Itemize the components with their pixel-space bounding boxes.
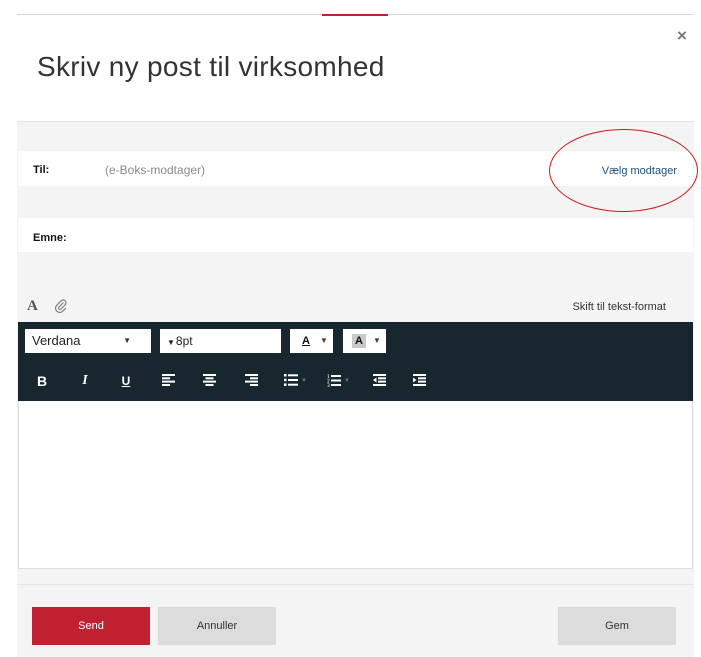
font-size-select[interactable]: ▼8pt (160, 329, 281, 353)
font-family-value: Verdana (32, 333, 81, 348)
highlight-color-icon: A (352, 334, 366, 348)
svg-text:3: 3 (327, 383, 330, 387)
outdent-icon[interactable] (369, 370, 389, 392)
chevron-down-icon: ▼ (373, 336, 381, 345)
footer-divider (17, 584, 694, 585)
choose-recipient-link[interactable]: Vælg modtager (602, 165, 677, 177)
underline-button[interactable]: U (116, 370, 136, 392)
top-accent-bar (322, 14, 388, 16)
font-color-button[interactable]: A ▼ (290, 329, 333, 353)
font-family-select[interactable]: Verdana ▼ (25, 329, 151, 353)
italic-button[interactable]: I (75, 370, 95, 392)
align-right-icon[interactable] (241, 370, 261, 392)
subject-label: Emne: (33, 232, 67, 244)
paperclip-icon[interactable] (54, 299, 67, 316)
message-editor[interactable] (18, 401, 693, 569)
recipient-row: Til: (e-Boks-modtager) Vælg modtager (18, 151, 693, 186)
recipient-label: Til: (33, 164, 50, 176)
align-left-icon[interactable] (158, 370, 178, 392)
numbered-list-icon[interactable]: 123 ▼ (324, 370, 350, 392)
highlight-color-button[interactable]: A ▼ (343, 329, 386, 353)
send-button[interactable]: Send (32, 607, 150, 645)
switch-to-text-format-link[interactable]: Skift til tekst-format (572, 301, 666, 313)
cancel-button[interactable]: Annuller (158, 607, 276, 645)
indent-icon[interactable] (409, 370, 429, 392)
chevron-down-icon: ▼ (167, 338, 175, 347)
subject-row[interactable]: Emne: (18, 218, 693, 252)
dialog-title: Skriv ny post til virksomhed (37, 51, 385, 82)
editor-toolbar: Verdana ▼ ▼8pt A ▼ A ▼ B I U ▼ 123 ▼ (18, 322, 693, 401)
font-size-value: 8pt (175, 334, 193, 348)
save-button[interactable]: Gem (558, 607, 676, 645)
bullet-list-icon[interactable]: ▼ (281, 370, 307, 392)
chevron-down-icon: ▼ (344, 378, 350, 384)
close-icon[interactable]: × (673, 27, 691, 45)
font-format-icon[interactable]: A (27, 298, 38, 315)
chevron-down-icon: ▼ (123, 336, 131, 345)
chevron-down-icon: ▼ (301, 378, 307, 384)
font-color-icon: A (302, 335, 310, 347)
chevron-down-icon: ▼ (320, 336, 328, 345)
align-center-icon[interactable] (199, 370, 219, 392)
bold-button[interactable]: B (32, 370, 52, 392)
form-top-border (17, 121, 694, 122)
recipient-input[interactable]: (e-Boks-modtager) (105, 163, 205, 177)
